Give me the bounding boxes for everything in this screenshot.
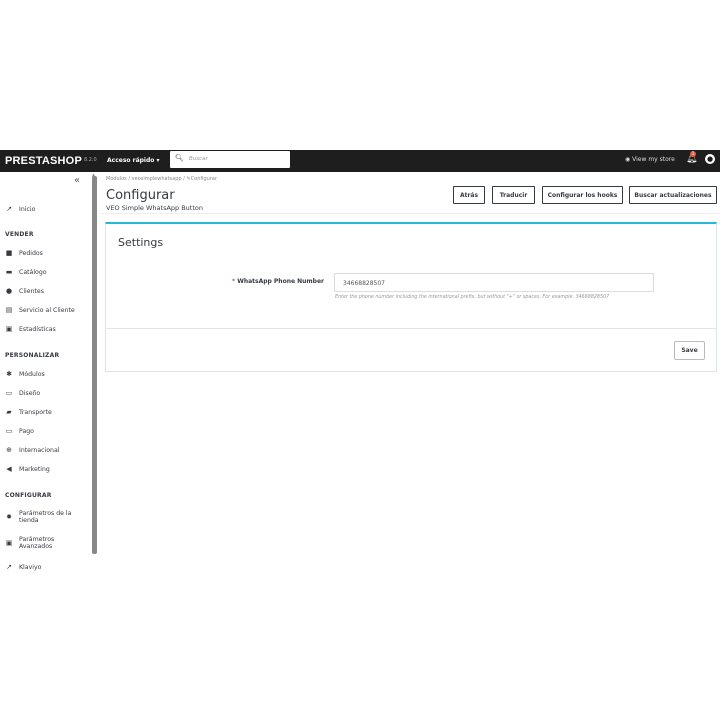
view-store-link[interactable]: ◉ View my store <box>625 156 675 163</box>
user-circle-icon: ● <box>5 287 13 295</box>
phone-label-text: WhatsApp Phone Number <box>237 278 324 285</box>
trend-icon: ↗ <box>6 205 12 213</box>
sidebar-item-inicio[interactable]: ↗ Inicio <box>5 205 90 213</box>
sidebar-item-transporte[interactable]: ▰ Transporte <box>5 408 90 416</box>
notification-badge: 1 <box>690 151 696 157</box>
quick-access-menu[interactable]: Acceso rápido ▾ <box>107 157 160 164</box>
view-store-label: View my store <box>632 156 675 163</box>
sidebar-item-label: Transporte <box>19 408 52 416</box>
breadcrumb: Módulos / veosimplewhatsapp / ✎Configura… <box>106 176 218 182</box>
configure-hooks-button[interactable]: Configurar los hooks <box>542 186 623 204</box>
sidebar-item-marketing[interactable]: ◀ Marketing <box>5 465 90 473</box>
phone-hint: Enter the phone number including the int… <box>335 295 610 300</box>
collapse-icon[interactable]: « <box>74 175 80 186</box>
monitor-icon: ▭ <box>5 389 13 397</box>
megaphone-icon: ◀ <box>6 465 12 473</box>
truck-icon: ▰ <box>6 408 12 416</box>
version: 8.2.0 <box>84 157 97 163</box>
sidebar-item-label: Marketing <box>19 465 50 473</box>
breadcrumb-modulos[interactable]: Módulos <box>106 176 127 182</box>
globe-icon: ⊕ <box>6 446 12 454</box>
sidebar-item-parametros-tienda[interactable]: ✹ Parámetros de la tienda <box>5 510 90 524</box>
user-icon[interactable]: ● <box>705 154 715 164</box>
page-title: Configurar <box>106 188 175 203</box>
check-updates-button[interactable]: Buscar actualizaciones <box>629 186 717 204</box>
sidebar-item-pedidos[interactable]: ■ Pedidos <box>5 249 90 257</box>
breadcrumb-current: Configurar <box>190 176 218 182</box>
puzzle-icon: ✱ <box>6 370 12 378</box>
section-title: PERSONALIZAR <box>5 352 60 359</box>
page-subtitle: VEO Simple WhatsApp Button <box>106 204 203 212</box>
settings-box-icon: ▣ <box>5 539 13 547</box>
sidebar-item-label: Inicio <box>19 205 36 213</box>
sidebar-item-label: Clientes <box>19 287 44 295</box>
chart-icon: ▣ <box>5 325 13 333</box>
chat-icon: ▤ <box>5 306 13 314</box>
sidebar-item-label: Internacional <box>19 446 60 454</box>
sidebar-item-label: Diseño <box>19 389 41 397</box>
required-marker: * <box>231 278 236 285</box>
translate-button[interactable]: Traducir <box>492 186 535 204</box>
top-bar: PRESTASHOP 8.2.0 Acceso rápido ▾ 🔍︎ Busc… <box>0 150 720 172</box>
phone-label: * WhatsApp Phone Number <box>226 278 324 285</box>
sidebar-item-label: Servicio al Cliente <box>19 306 75 314</box>
save-button[interactable]: Save <box>674 341 705 360</box>
sidebar-item-label: Pago <box>19 427 34 435</box>
sidebar-item-catalogo[interactable]: ▬ Catálogo <box>5 268 90 276</box>
breadcrumb-module[interactable]: veosimplewhatsapp <box>132 176 182 182</box>
sidebar-item-diseno[interactable]: ▭ Diseño <box>5 389 90 397</box>
sidebar-item-estadisticas[interactable]: ▣ Estadísticas <box>5 325 90 333</box>
gear-icon: ✹ <box>6 513 12 521</box>
sidebar-item-label: Klaviyo <box>19 563 42 571</box>
sidebar-item-label: Estadísticas <box>19 325 56 333</box>
search-input[interactable]: 🔍︎ Buscar <box>170 151 290 168</box>
sidebar-item-klaviyo[interactable]: ↗ Klaviyo <box>5 563 90 571</box>
divider <box>100 213 720 214</box>
sidebar-item-internacional[interactable]: ⊕ Internacional <box>5 446 90 454</box>
settings-card: Settings * WhatsApp Phone Number 3466882… <box>105 222 717 372</box>
section-title: CONFIGURAR <box>5 492 52 499</box>
sidebar-item-clientes[interactable]: ● Clientes <box>5 287 90 295</box>
sidebar-item-pago[interactable]: ▭ Pago <box>5 427 90 435</box>
sidebar: « ↗ Inicio VENDER ■ Pedidos ▬ Catálogo ● Cli… <box>0 172 98 572</box>
sidebar-item-label: Parámetros Avanzados <box>19 536 55 550</box>
phone-number-input[interactable]: 34668828507 <box>334 273 654 292</box>
sidebar-item-label: Pedidos <box>19 249 43 257</box>
sidebar-item-parametros-avanzados[interactable]: ▣ Parámetros Avanzados <box>5 536 90 550</box>
search-placeholder: Buscar <box>189 156 208 162</box>
store-icon: ▬ <box>5 268 13 276</box>
sidebar-item-label: Parámetros de la tienda <box>19 510 72 524</box>
section-title: VENDER <box>5 231 34 238</box>
eye-icon: ◉ <box>625 156 631 163</box>
search-icon: 🔍︎ <box>175 154 184 162</box>
basket-icon: ■ <box>5 249 13 257</box>
sidebar-item-label: Módulos <box>19 370 45 378</box>
trend-icon: ↗ <box>6 563 12 571</box>
card-title: Settings <box>118 236 164 249</box>
sidebar-item-servicio[interactable]: ▤ Servicio al Cliente <box>5 306 90 314</box>
sidebar-item-modulos[interactable]: ✱ Módulos <box>5 370 90 378</box>
sidebar-item-label: Catálogo <box>19 268 47 276</box>
card-icon: ▭ <box>5 427 13 435</box>
back-button[interactable]: Atrás <box>453 186 485 204</box>
card-footer-divider <box>106 328 716 329</box>
sidebar-scrollbar[interactable] <box>92 176 97 554</box>
logo[interactable]: PRESTASHOP <box>5 155 82 167</box>
